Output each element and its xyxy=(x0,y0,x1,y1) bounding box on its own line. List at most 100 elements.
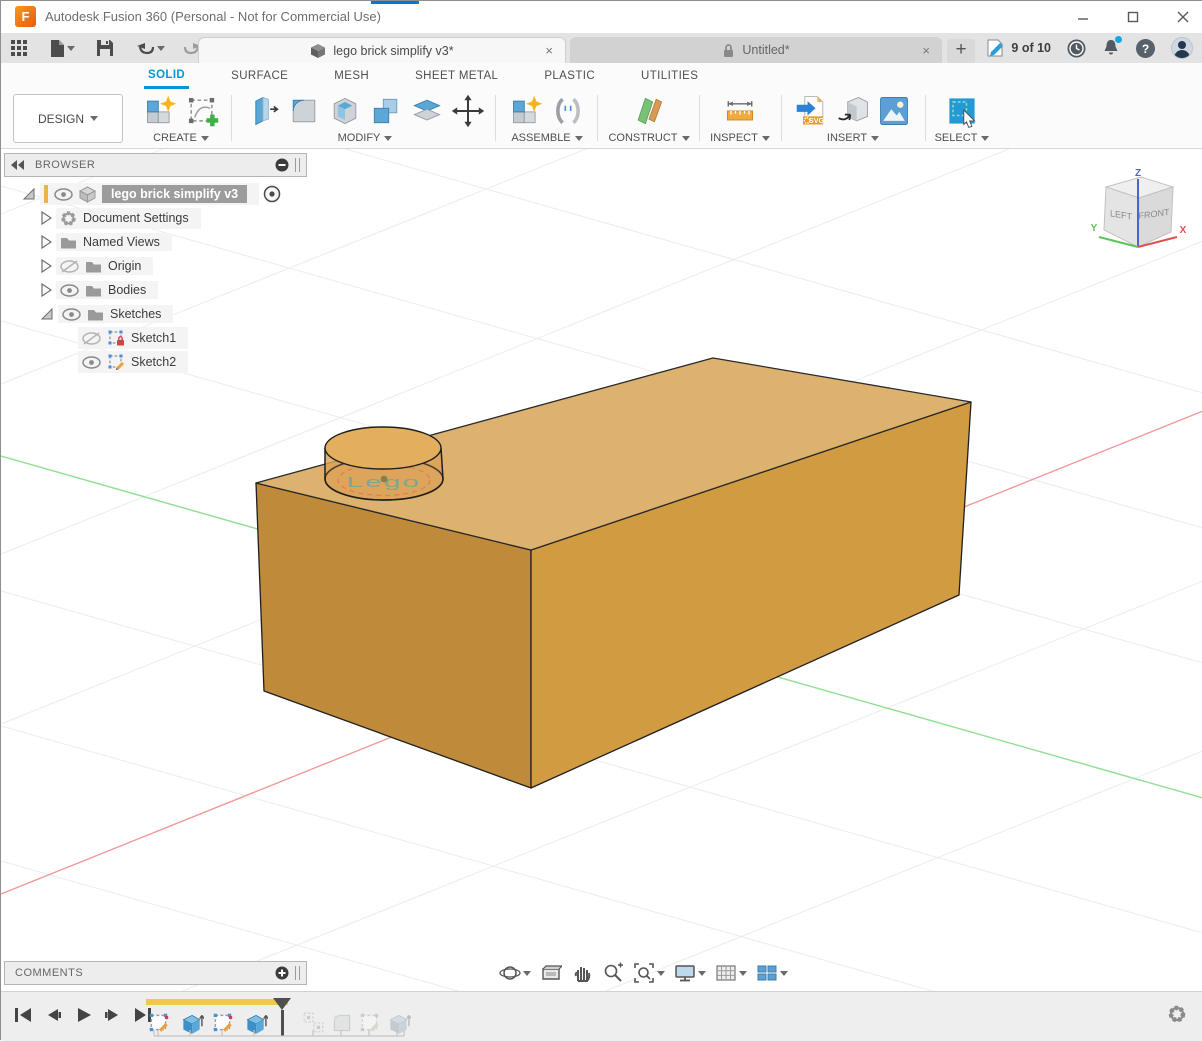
go-to-start-button[interactable] xyxy=(13,1005,33,1025)
group-insert-label[interactable]: INSERT xyxy=(827,132,867,144)
grid-snap-button[interactable] xyxy=(715,962,747,984)
document-counter[interactable]: 9 of 10 xyxy=(986,39,1051,57)
pan-button[interactable] xyxy=(571,962,593,984)
tree-item-label[interactable]: Document Settings xyxy=(83,211,189,225)
tab-utilities[interactable]: UTILITIES xyxy=(637,63,702,89)
tree-item-label[interactable]: Bodies xyxy=(108,283,146,297)
browser-item-origin[interactable]: Origin xyxy=(4,254,307,278)
visibility-eye-icon[interactable] xyxy=(54,188,73,201)
maximize-button[interactable] xyxy=(1119,7,1147,27)
tree-item-label[interactable]: Origin xyxy=(108,259,141,273)
expanded-triangle-icon[interactable] xyxy=(40,307,54,321)
offset-face-button[interactable] xyxy=(409,93,445,129)
tree-item-label[interactable]: Sketch2 xyxy=(131,355,176,369)
collapsed-triangle-icon[interactable] xyxy=(40,259,52,273)
workspace-selector[interactable]: DESIGN xyxy=(13,94,123,143)
browser-item-root[interactable]: lego brick simplify v3 xyxy=(4,182,307,206)
lego-stud[interactable]: Lego xyxy=(325,427,443,500)
lego-brick-body[interactable] xyxy=(256,358,971,788)
joint-button[interactable] xyxy=(550,93,586,129)
new-body-button[interactable] xyxy=(143,93,179,129)
step-forward-button[interactable] xyxy=(103,1005,123,1025)
visibility-off-icon[interactable] xyxy=(60,260,79,273)
tree-item-label[interactable]: Sketch1 xyxy=(131,331,176,345)
document-tab-active[interactable]: lego brick simplify v3* × xyxy=(198,37,566,63)
move-button[interactable] xyxy=(450,93,486,129)
panel-drag-handle[interactable] xyxy=(295,158,300,172)
insert-svg-button[interactable]: SVG xyxy=(794,93,830,129)
group-inspect-label[interactable]: INSPECT xyxy=(710,132,758,144)
browser-item-sketch1[interactable]: Sketch1 xyxy=(4,326,307,350)
group-create-label[interactable]: CREATE xyxy=(153,132,197,144)
browser-item-sketch2[interactable]: Sketch2 xyxy=(4,350,307,374)
browser-item-bodies[interactable]: Bodies xyxy=(4,278,307,302)
group-construct-label[interactable]: CONSTRUCT xyxy=(608,132,677,144)
collapsed-triangle-icon[interactable] xyxy=(40,211,52,225)
visibility-eye-icon[interactable] xyxy=(60,284,79,297)
measure-button[interactable] xyxy=(722,93,758,129)
combine-button[interactable] xyxy=(368,93,404,129)
remove-panel-icon[interactable] xyxy=(275,158,289,172)
preferences-button[interactable] xyxy=(1167,1004,1187,1024)
fillet-button[interactable] xyxy=(286,93,322,129)
collapsed-triangle-icon[interactable] xyxy=(40,283,52,297)
group-modify-label[interactable]: MODIFY xyxy=(338,132,381,144)
job-status-button[interactable] xyxy=(1066,38,1087,59)
fit-caret[interactable] xyxy=(657,971,665,976)
look-at-button[interactable] xyxy=(540,962,562,984)
play-button[interactable] xyxy=(73,1005,93,1025)
tree-item-label[interactable]: Named Views xyxy=(83,235,160,249)
grid-caret[interactable] xyxy=(739,971,747,976)
select-button[interactable] xyxy=(944,93,980,129)
browser-item-named-views[interactable]: Named Views xyxy=(4,230,307,254)
minimize-button[interactable] xyxy=(1069,7,1097,27)
user-avatar[interactable] xyxy=(1171,37,1193,59)
fit-button[interactable] xyxy=(633,962,665,984)
undo-button[interactable] xyxy=(135,39,167,57)
browser-header[interactable]: BROWSER xyxy=(4,153,307,177)
collapse-panel-icon[interactable] xyxy=(11,160,25,170)
panel-drag-handle[interactable] xyxy=(295,966,300,980)
notifications-button[interactable] xyxy=(1102,38,1120,58)
viewports-caret[interactable] xyxy=(780,971,788,976)
tree-item-label[interactable]: Sketches xyxy=(110,307,161,321)
zoom-button[interactable] xyxy=(602,962,624,984)
close-document-button[interactable]: × xyxy=(545,43,553,58)
new-component-button[interactable] xyxy=(509,93,545,129)
sketch-center-point[interactable] xyxy=(381,476,388,483)
tab-solid[interactable]: SOLID xyxy=(144,63,189,89)
tab-mesh[interactable]: MESH xyxy=(330,63,373,89)
add-comment-icon[interactable] xyxy=(275,966,289,980)
orbit-button[interactable] xyxy=(499,962,531,984)
visibility-eye-icon[interactable] xyxy=(82,356,101,369)
construct-plane-button[interactable] xyxy=(631,93,667,129)
browser-item-document-settings[interactable]: Document Settings xyxy=(4,206,307,230)
display-caret[interactable] xyxy=(698,971,706,976)
help-button[interactable]: ? xyxy=(1135,38,1156,59)
create-sketch-button[interactable] xyxy=(184,93,220,129)
group-select-label[interactable]: SELECT xyxy=(935,132,978,144)
tab-surface[interactable]: SURFACE xyxy=(227,63,292,89)
step-back-button[interactable] xyxy=(43,1005,63,1025)
app-grid-button[interactable] xyxy=(9,38,30,59)
tab-plastic[interactable]: PLASTIC xyxy=(540,63,599,89)
tab-sheet-metal[interactable]: SHEET METAL xyxy=(411,63,502,89)
visibility-off-icon[interactable] xyxy=(82,332,101,345)
save-button[interactable] xyxy=(95,38,115,58)
display-settings-button[interactable] xyxy=(674,962,706,984)
expanded-triangle-icon[interactable] xyxy=(22,187,36,201)
document-tab-inactive[interactable]: Untitled* × xyxy=(570,37,942,63)
comments-header[interactable]: COMMENTS xyxy=(4,961,307,985)
model-viewport[interactable]: Lego LEFT FRONT Z Y X BROWSER xyxy=(1,149,1202,991)
new-document-button[interactable]: + xyxy=(947,39,975,63)
press-pull-button[interactable] xyxy=(245,93,281,129)
close-document-button[interactable]: × xyxy=(922,43,930,58)
viewports-button[interactable] xyxy=(756,962,788,984)
file-menu-button[interactable] xyxy=(48,38,77,59)
activate-component-radio[interactable] xyxy=(263,185,281,203)
insert-canvas-button[interactable] xyxy=(876,93,912,129)
group-assemble-label[interactable]: ASSEMBLE xyxy=(511,132,570,144)
stud-top-face[interactable] xyxy=(325,427,441,469)
browser-item-sketches[interactable]: Sketches xyxy=(4,302,307,326)
shell-button[interactable] xyxy=(327,93,363,129)
